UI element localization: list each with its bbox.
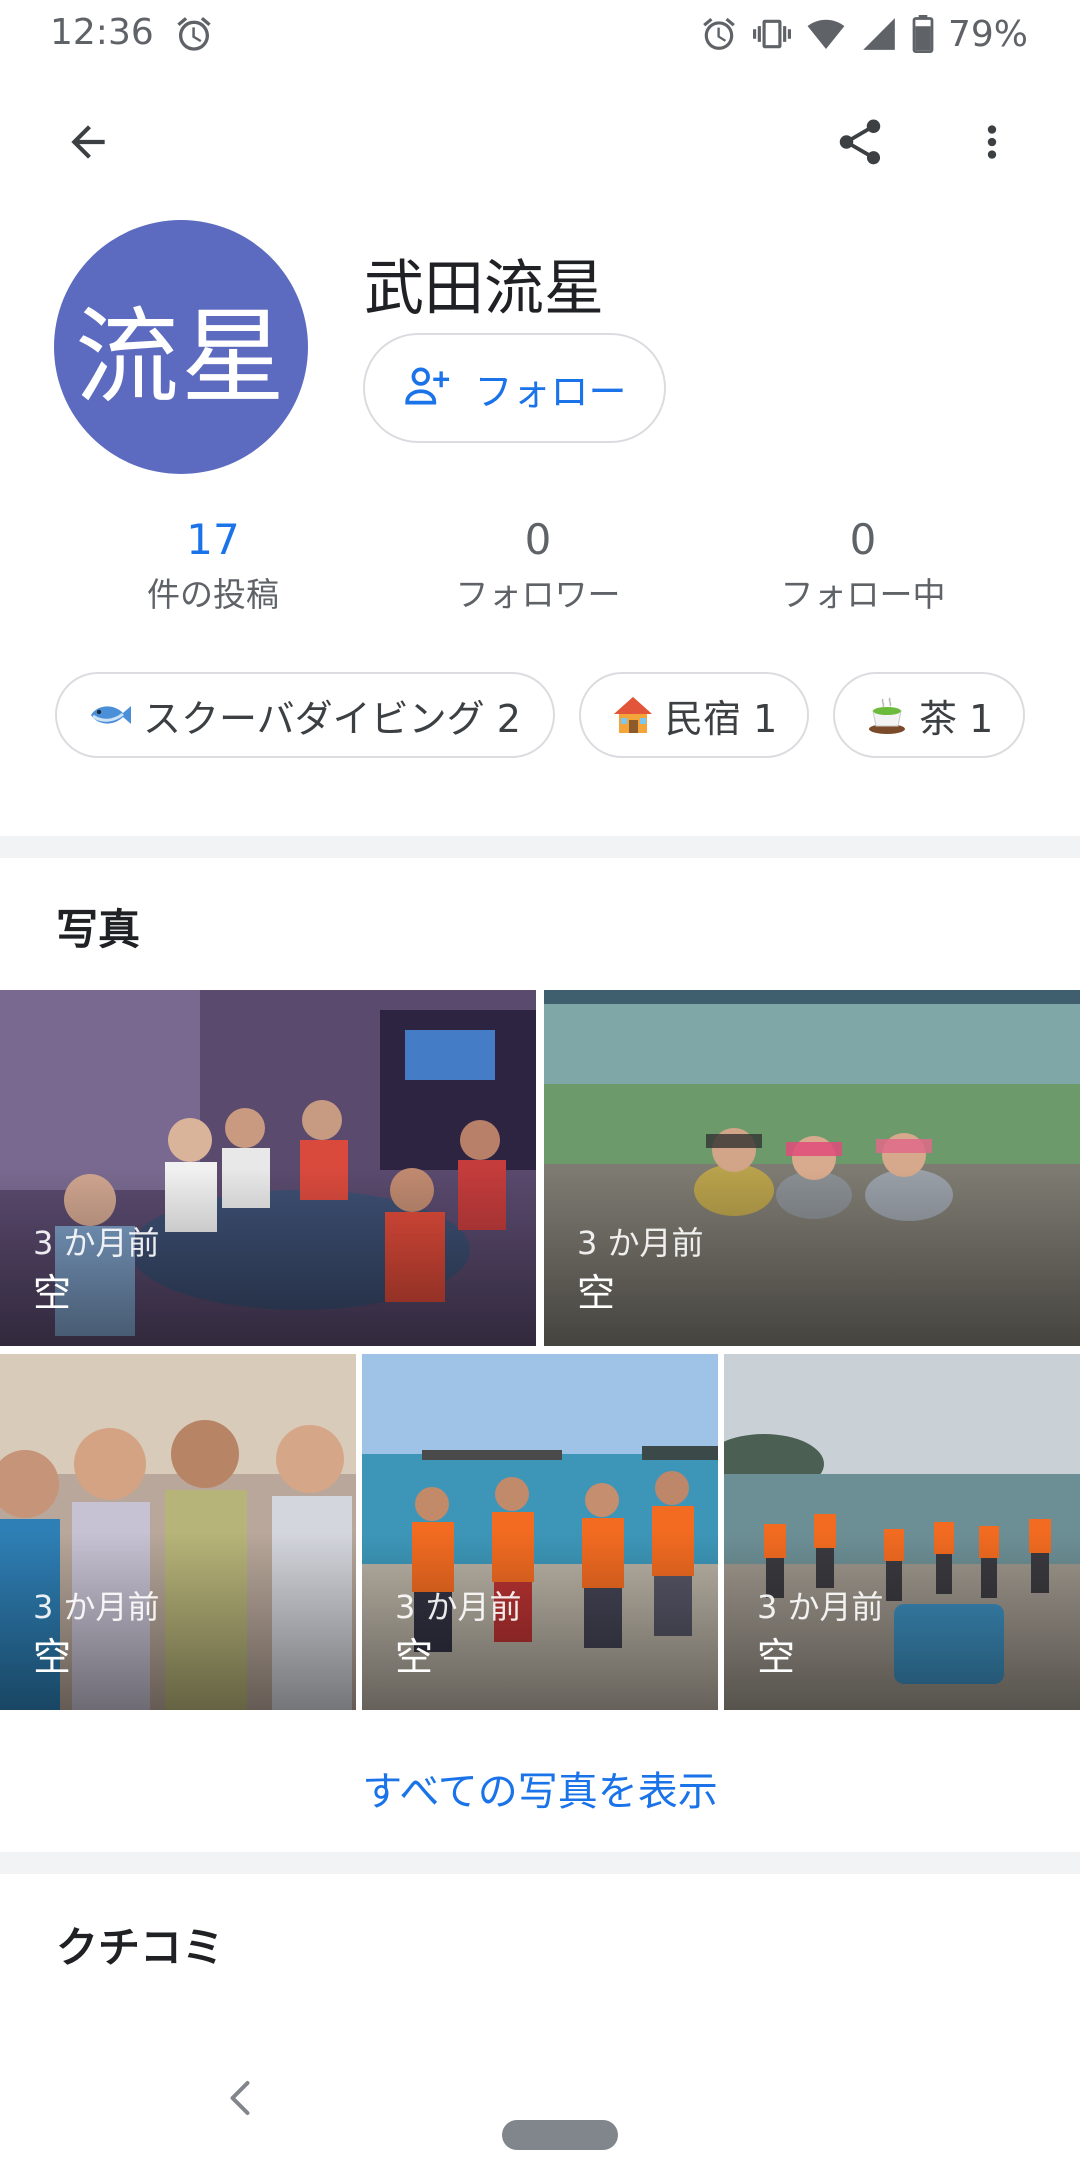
photo-time: 3 か月前 xyxy=(757,1588,884,1626)
more-options-button[interactable] xyxy=(962,114,1022,174)
nav-home-pill[interactable] xyxy=(502,2120,618,2150)
back-arrow-icon xyxy=(63,117,113,171)
tea-icon xyxy=(865,692,909,738)
house-icon xyxy=(611,692,655,738)
share-icon xyxy=(833,115,887,173)
top-app-bar xyxy=(0,102,1080,182)
nav-back-button[interactable] xyxy=(218,2078,262,2122)
status-time: 12:36 xyxy=(50,12,154,53)
chip-minshuku[interactable]: 民宿 1 xyxy=(579,672,809,758)
system-nav-bar xyxy=(0,2040,1080,2160)
fish-icon xyxy=(87,692,133,738)
person-add-icon xyxy=(402,361,452,415)
photos-section-title: 写真 xyxy=(56,905,141,954)
photo-time: 3 か月前 xyxy=(33,1224,160,1262)
photo-thumbnail[interactable]: 3 か月前 空 xyxy=(544,990,1080,1346)
photo-place: 空 xyxy=(33,1271,72,1315)
profile-stats: 17 件の投稿 0 フォロワー 0 フォロー中 xyxy=(0,510,1080,620)
stat-posts-value: 17 xyxy=(186,515,240,564)
signal-icon xyxy=(860,15,898,53)
interest-chips: スクーバダイビング 2 民宿 1 茶 1 xyxy=(55,672,1025,758)
battery-percent: 79% xyxy=(947,13,1028,55)
status-icons: 79% xyxy=(700,12,1028,56)
photo-place: 空 xyxy=(757,1635,796,1679)
chip-tea[interactable]: 茶 1 xyxy=(833,672,1025,758)
chevron-left-icon xyxy=(225,2078,255,2122)
stat-following[interactable]: 0 フォロー中 xyxy=(723,510,1003,620)
photo-time: 3 か月前 xyxy=(33,1588,160,1626)
stat-posts-label: 件の投稿 xyxy=(147,575,279,614)
photo-place: 空 xyxy=(33,1635,72,1679)
avatar: 流星 xyxy=(54,220,308,474)
follow-button[interactable]: フォロー xyxy=(363,333,666,443)
section-divider xyxy=(0,1852,1080,1874)
alarm-icon xyxy=(174,14,214,54)
chip-scuba-diving[interactable]: スクーバダイビング 2 xyxy=(55,672,555,758)
stat-posts[interactable]: 17 件の投稿 xyxy=(73,510,353,620)
avatar-initials: 流星 xyxy=(74,295,287,418)
chip-scuba-label: スクーバダイビング 2 xyxy=(143,696,521,741)
follow-label: フォロー xyxy=(474,369,627,414)
photo-thumbnail[interactable]: 3 か月前 空 xyxy=(0,1354,356,1710)
photo-place: 空 xyxy=(395,1635,434,1679)
stat-following-value: 0 xyxy=(849,515,877,564)
profile-name: 武田流星 xyxy=(364,254,604,324)
battery-icon xyxy=(912,15,934,53)
photo-thumbnail[interactable]: 3 か月前 空 xyxy=(0,990,536,1346)
photo-time: 3 か月前 xyxy=(395,1588,522,1626)
chip-tea-label: 茶 1 xyxy=(919,696,994,741)
alarm-icon xyxy=(700,15,738,53)
photo-time: 3 か月前 xyxy=(577,1224,704,1262)
wifi-icon xyxy=(806,15,846,53)
share-button[interactable] xyxy=(830,114,890,174)
view-all-photos-link[interactable]: すべての写真を表示 xyxy=(0,1742,1080,1842)
photo-place: 空 xyxy=(577,1271,616,1315)
section-divider xyxy=(0,836,1080,858)
photo-thumbnail[interactable]: 3 か月前 空 xyxy=(362,1354,718,1710)
status-bar: 12:36 79% xyxy=(0,0,1080,68)
stat-followers-value: 0 xyxy=(524,515,552,564)
stat-followers[interactable]: 0 フォロワー xyxy=(398,510,678,620)
vibrate-icon xyxy=(752,15,792,53)
photo-thumbnail[interactable]: 3 か月前 空 xyxy=(724,1354,1080,1710)
more-vert-icon xyxy=(967,117,1017,171)
stat-followers-label: フォロワー xyxy=(455,575,621,614)
stat-following-label: フォロー中 xyxy=(780,575,946,614)
chip-minshuku-label: 民宿 1 xyxy=(665,696,778,741)
back-button[interactable] xyxy=(58,114,118,174)
reviews-section-title: クチコミ xyxy=(56,1923,225,1972)
